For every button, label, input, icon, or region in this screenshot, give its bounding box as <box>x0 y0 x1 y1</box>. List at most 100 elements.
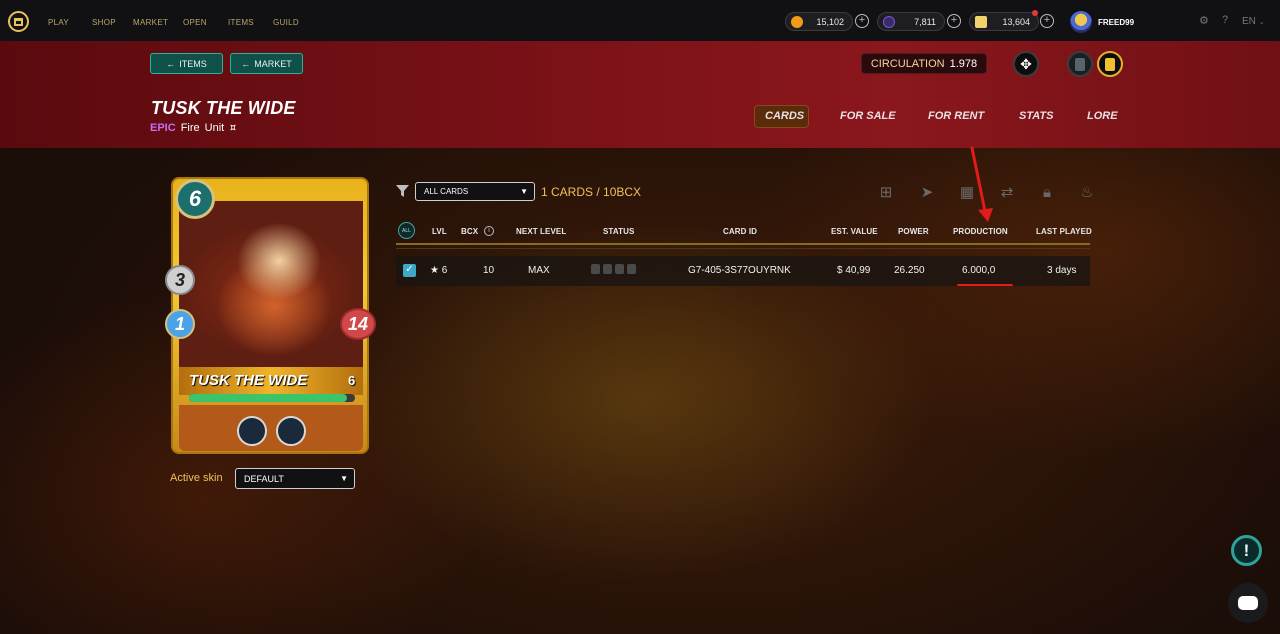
back-to-market-button[interactable]: ← MARKET <box>230 53 303 74</box>
tab-for-sale[interactable]: FOR SALE <box>840 110 896 122</box>
col-header-power[interactable]: POWER <box>898 227 929 236</box>
nav-items[interactable]: ITEMS <box>228 18 254 27</box>
gem-icon <box>883 16 895 28</box>
chat-icon <box>1238 596 1258 610</box>
coin-icon <box>791 16 803 28</box>
add-scroll-button[interactable]: + <box>1040 14 1054 28</box>
col-header-bcx[interactable]: BCX <box>461 227 478 236</box>
gear-icon[interactable]: ⚙ <box>1199 14 1209 27</box>
avatar <box>1070 11 1092 33</box>
language-label: EN <box>1242 16 1256 27</box>
card-artwork <box>179 201 363 371</box>
card-regular-icon <box>1075 57 1085 71</box>
cell-est-value: $ 40,99 <box>837 265 871 276</box>
active-skin-select[interactable]: DEFAULT ▼ <box>235 468 355 489</box>
nav-open[interactable]: OPEN <box>183 18 207 27</box>
mana-stat: 6 <box>175 179 215 219</box>
notification-dot <box>1032 10 1038 16</box>
back-to-market-label: MARKET <box>254 58 292 69</box>
status-clock-icon <box>591 264 600 274</box>
back-to-items-button[interactable]: ← ITEMS <box>150 53 223 74</box>
element-label: Fire <box>180 122 200 134</box>
select-all-label: ALL <box>402 227 411 234</box>
chevron-down-icon: ▼ <box>340 474 348 483</box>
card-filter-select[interactable]: ALL CARDS ▼ <box>415 182 535 201</box>
status-lock-icon <box>615 264 624 274</box>
coin-balance: 15,102 <box>785 12 853 31</box>
circulation-badge: CIRCULATION 1.978 <box>861 53 987 74</box>
col-header-est-value[interactable]: EST. VALUE <box>831 227 878 236</box>
tab-lore[interactable]: LORE <box>1087 110 1118 122</box>
card-lower-panel <box>179 405 363 451</box>
splinterlands-logo[interactable] <box>8 11 29 32</box>
tab-stats[interactable]: STATS <box>1019 110 1053 122</box>
annotation-underline <box>957 284 1013 286</box>
card-gold-icon <box>1105 57 1115 71</box>
type-label: Unit <box>204 122 225 134</box>
combine-icon[interactable]: ⊞ <box>877 183 895 201</box>
edition-icon: ⯏ <box>229 122 237 134</box>
card-progress-fill <box>189 394 347 402</box>
arrow-left-icon: ← <box>241 58 251 69</box>
gold-card-toggle[interactable] <box>1097 51 1123 77</box>
status-transfer-icon <box>627 264 636 274</box>
chat-button[interactable] <box>1228 583 1268 623</box>
support-alert-button[interactable]: ! <box>1231 535 1262 566</box>
col-header-status[interactable]: STATUS <box>603 227 634 236</box>
info-icon[interactable]: i <box>484 226 494 236</box>
cell-last-played: 3 days <box>1047 265 1077 276</box>
cell-next-level: MAX <box>528 265 550 276</box>
gem-balance-value: 7,811 <box>914 16 936 27</box>
card-name: TUSK THE WIDE <box>189 372 308 389</box>
burn-icon[interactable]: ♨ <box>1078 183 1096 201</box>
nav-shop[interactable]: SHOP <box>92 18 116 27</box>
chevron-down-icon: ⌄ <box>1258 19 1265 26</box>
health-stat: 14 <box>340 308 376 340</box>
arrow-left-icon: ← <box>166 58 176 69</box>
table-header-divider <box>396 248 1090 249</box>
chevron-down-icon: ▼ <box>520 187 528 196</box>
nav-guild[interactable]: GUILD <box>273 18 299 27</box>
add-gem-button[interactable]: + <box>947 14 961 28</box>
tab-cards[interactable]: CARDS <box>765 110 804 122</box>
circulation-value: 1.978 <box>949 57 978 70</box>
edition-toggle-icon[interactable]: ✥ <box>1013 51 1039 77</box>
ability-icon <box>237 416 267 446</box>
col-header-card-id[interactable]: CARD ID <box>723 227 757 236</box>
cell-status <box>591 264 636 274</box>
regular-card-toggle[interactable] <box>1067 51 1093 77</box>
user-menu[interactable]: FREED99 <box>1070 11 1134 33</box>
col-header-next-level[interactable]: NEXT LEVEL <box>516 227 566 236</box>
filter-icon[interactable] <box>396 185 409 197</box>
coin-balance-value: 15,102 <box>816 16 844 27</box>
active-skin-label: Active skin <box>170 472 223 484</box>
add-coin-button[interactable]: + <box>855 14 869 28</box>
help-icon[interactable]: ? <box>1222 14 1228 26</box>
cell-lvl: ★ 6 <box>430 265 448 276</box>
tab-for-rent[interactable]: FOR RENT <box>928 110 984 122</box>
select-all-toggle[interactable]: ALL <box>398 222 415 239</box>
cell-power: 26.250 <box>894 265 925 276</box>
language-select[interactable]: EN ⌄ <box>1242 16 1265 27</box>
transfer-icon[interactable]: ⇄ <box>998 183 1016 201</box>
gem-balance: 7,811 <box>877 12 945 31</box>
nav-market[interactable]: MARKET <box>133 18 168 27</box>
table-header-divider <box>396 243 1090 245</box>
card-count-label: 1 CARDS / 10BCX <box>541 185 642 199</box>
rarity-label: EPIC <box>150 122 176 134</box>
scroll-balance: 13,604 <box>969 12 1039 31</box>
scroll-icon <box>975 16 987 28</box>
lock-icon[interactable]: 🔒︎ <box>1038 183 1056 201</box>
card-subline: EPIC Fire Unit ⯏ <box>150 122 237 134</box>
circulation-label: CIRCULATION <box>870 57 945 70</box>
col-header-last-played[interactable]: LAST PLAYED <box>1036 227 1092 236</box>
ability-icon <box>276 416 306 446</box>
nav-play[interactable]: PLAY <box>48 18 69 27</box>
cell-card-id: G7-405-3S77OUYRNK <box>688 265 791 276</box>
attack-stat: 3 <box>165 265 195 295</box>
scroll-balance-value: 13,604 <box>1002 16 1030 27</box>
send-icon[interactable]: ➤ <box>918 183 936 201</box>
row-select-checkbox[interactable]: ✓ <box>403 264 416 277</box>
username: FREED99 <box>1098 17 1135 27</box>
col-header-lvl[interactable]: LVL <box>432 227 447 236</box>
